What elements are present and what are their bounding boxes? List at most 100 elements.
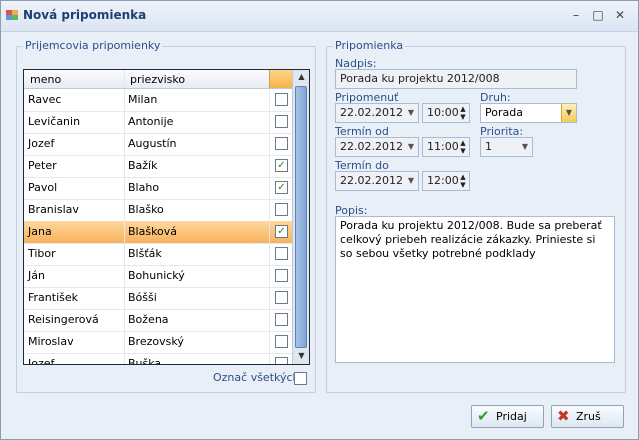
chevron-down-icon[interactable]: ▼ — [518, 138, 532, 156]
table-row[interactable]: Ján Bohunický — [24, 265, 292, 288]
cancel-button[interactable]: ✖ Zruš — [551, 405, 624, 428]
cross-icon: ✖ — [557, 407, 570, 425]
type-combobox[interactable]: Porada ▼ — [480, 103, 577, 123]
table-row[interactable]: Jozef Buška — [24, 353, 292, 365]
spin-arrows-icon[interactable]: ▲ ▼ — [458, 173, 468, 189]
reminder-group-title: Pripomienka — [333, 39, 406, 52]
priority-value: 1 — [485, 140, 492, 153]
cell-surname: Brezovský — [128, 335, 184, 348]
recipients-grid[interactable]: meno priezvisko Ravec Milan Levičanin Anton… — [23, 69, 310, 365]
table-row[interactable]: Tibor Blšťák — [24, 243, 292, 266]
app-icon — [6, 10, 18, 20]
table-row[interactable]: Jozef Augustín — [24, 133, 292, 156]
row-checkbox[interactable] — [275, 291, 288, 304]
cell-surname: Bažík — [128, 159, 158, 172]
cell-surname: Buška — [128, 357, 162, 365]
row-checkbox[interactable] — [275, 357, 288, 364]
chevron-down-icon[interactable]: ▼ — [404, 172, 418, 190]
column-header-name[interactable]: meno — [30, 73, 61, 86]
table-row[interactable]: Peter Bažík ✓ — [24, 155, 292, 178]
description-textarea[interactable]: Porada ku projektu 2012/008. Bude sa pre… — [335, 216, 615, 363]
row-checkbox[interactable] — [275, 93, 288, 106]
row-checkbox[interactable]: ✓ — [275, 159, 288, 172]
cell-name: Branislav — [28, 203, 79, 216]
to-date-value: 22.02.2012 — [340, 174, 403, 187]
row-checkbox[interactable] — [275, 203, 288, 216]
cell-surname: Bohunický — [128, 269, 185, 282]
remind-date-value: 22.02.2012 — [340, 106, 403, 119]
table-row[interactable]: Ravec Milan — [24, 89, 292, 112]
maximize-button[interactable]: □ — [589, 7, 607, 23]
cell-surname: Božena — [128, 313, 169, 326]
cancel-button-label: Zruš — [576, 410, 601, 423]
remind-date-picker[interactable]: 22.02.2012 ▼ — [335, 103, 419, 123]
cell-surname: Blaho — [128, 181, 160, 194]
priority-combobox[interactable]: 1 ▼ — [480, 137, 533, 157]
dialog-window: Nová pripomienka – □ ✕ Prijemcovia pripo… — [0, 0, 639, 440]
checkmark-icon: ✔ — [477, 407, 490, 425]
table-row[interactable]: Miroslav Brezovský — [24, 331, 292, 354]
spin-arrows-icon[interactable]: ▲ ▼ — [458, 139, 468, 155]
row-checkbox[interactable]: ✓ — [275, 181, 288, 194]
cell-surname: Antonije — [128, 115, 174, 128]
row-checkbox[interactable] — [275, 313, 288, 326]
cell-name: Pavol — [28, 181, 58, 194]
cell-name: Reisingerová — [28, 313, 99, 326]
minimize-button[interactable]: – — [567, 7, 585, 23]
table-row[interactable]: Jana Blašková ✓ — [24, 221, 292, 244]
cell-name: František — [28, 291, 78, 304]
type-value: Porada — [485, 106, 523, 119]
remind-time-value: 10:00 — [427, 106, 459, 119]
row-checkbox[interactable] — [275, 137, 288, 150]
row-checkbox[interactable] — [275, 335, 288, 348]
cell-name: Ján — [28, 269, 45, 282]
column-header-check[interactable] — [269, 70, 292, 88]
column-header-surname[interactable]: priezvisko — [130, 73, 185, 86]
cell-name: Ravec — [28, 93, 62, 106]
table-row[interactable]: Levičanin Antonije — [24, 111, 292, 134]
to-time-value: 12:00 — [427, 174, 459, 187]
chevron-down-icon[interactable]: ▼ — [404, 104, 418, 122]
row-checkbox[interactable]: ✓ — [275, 225, 288, 238]
row-checkbox[interactable] — [275, 115, 288, 128]
cell-name: Peter — [28, 159, 57, 172]
scroll-down-icon[interactable]: ▼ — [293, 349, 309, 363]
row-checkbox[interactable] — [275, 269, 288, 282]
cell-surname: Bóšši — [128, 291, 157, 304]
recipients-group-title: Prijemcovia pripomienky — [23, 39, 163, 52]
scroll-up-icon[interactable]: ▲ — [293, 70, 309, 84]
grid-scrollbar[interactable]: ▲ ▼ — [292, 70, 309, 364]
spin-arrows-icon[interactable]: ▲ ▼ — [458, 105, 468, 121]
add-button-label: Pridaj — [496, 410, 527, 423]
scroll-thumb[interactable] — [295, 86, 307, 348]
cell-surname: Blašková — [128, 225, 178, 238]
cell-name: Miroslav — [28, 335, 74, 348]
from-date-value: 22.02.2012 — [340, 140, 403, 153]
cell-name: Jozef — [28, 137, 55, 150]
add-button[interactable]: ✔ Pridaj — [471, 405, 544, 428]
title-bar: Nová pripomienka – □ ✕ — [1, 1, 638, 32]
row-checkbox[interactable] — [275, 247, 288, 260]
cell-name: Jozef — [28, 357, 55, 365]
table-row[interactable]: Branislav Blaško — [24, 199, 292, 222]
from-time-spinner[interactable]: 11:00 ▲ ▼ — [422, 137, 470, 157]
window-title: Nová pripomienka — [23, 8, 147, 22]
remind-time-spinner[interactable]: 10:00 ▲ ▼ — [422, 103, 470, 123]
cell-surname: Augustín — [128, 137, 177, 150]
close-button[interactable]: ✕ — [611, 7, 629, 23]
table-row[interactable]: Pavol Blaho ✓ — [24, 177, 292, 200]
chevron-down-icon[interactable]: ▼ — [404, 138, 418, 156]
select-all-checkbox[interactable] — [294, 372, 307, 385]
to-date-picker[interactable]: 22.02.2012 ▼ — [335, 171, 419, 191]
table-row[interactable]: Reisingerová Božena — [24, 309, 292, 332]
cell-surname: Blaško — [128, 203, 164, 216]
from-time-value: 11:00 — [427, 140, 459, 153]
chevron-down-icon[interactable]: ▼ — [561, 104, 576, 122]
to-time-spinner[interactable]: 12:00 ▲ ▼ — [422, 171, 470, 191]
subject-input[interactable]: Porada ku projektu 2012/008 — [335, 69, 577, 89]
grid-header: meno priezvisko — [24, 70, 292, 89]
cell-name: Jana — [28, 225, 52, 238]
from-date-picker[interactable]: 22.02.2012 ▼ — [335, 137, 419, 157]
select-all-label: Označ všetkých — [213, 371, 300, 384]
table-row[interactable]: František Bóšši — [24, 287, 292, 310]
